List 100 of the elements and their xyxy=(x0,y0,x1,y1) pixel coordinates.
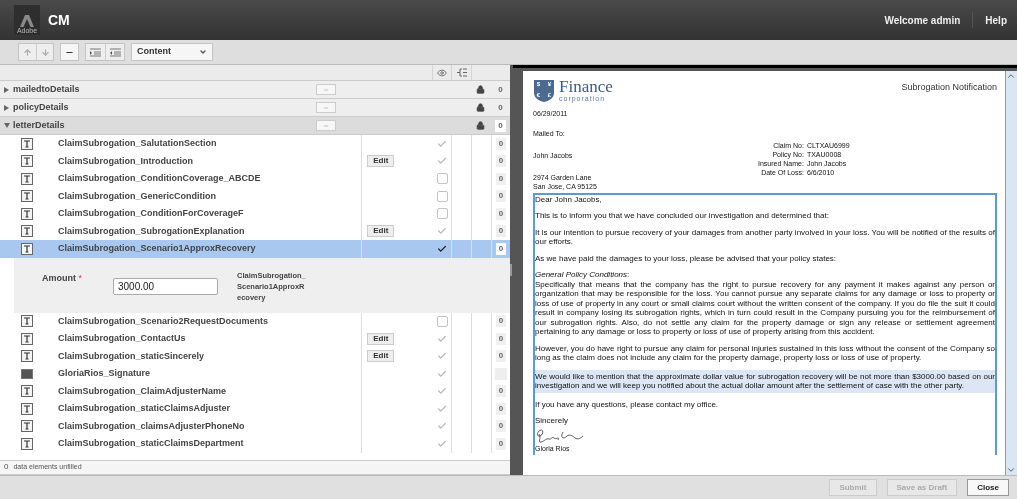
arrow-down-icon[interactable] xyxy=(40,47,50,57)
lock-icon xyxy=(476,85,485,95)
welcome-text: Welcome admin xyxy=(884,13,961,28)
checkbox[interactable] xyxy=(436,315,448,327)
checkmark-icon[interactable] xyxy=(437,333,448,344)
letter-paragraph: If you have any questions, please contact my office. xyxy=(535,399,720,409)
group-row[interactable]: letterDetails 0 xyxy=(0,117,510,136)
element-name: ClaimSubrogation_Scenario1ApproxRecovery xyxy=(56,242,257,256)
text-element-icon xyxy=(21,420,34,433)
expand-caret-icon[interactable] xyxy=(4,104,9,111)
shield-logo-icon xyxy=(533,79,555,103)
checkmark-icon[interactable] xyxy=(437,243,448,254)
text-element-icon xyxy=(21,385,34,398)
element-name: ClaimSubrogation_ConditionCoverage_ABCDE xyxy=(56,172,262,186)
group-row[interactable]: policyDetails 0 xyxy=(0,99,510,118)
group-row[interactable]: mailedtoDetails 0 xyxy=(0,81,510,100)
text-element-icon xyxy=(21,332,34,345)
app-title: CM xyxy=(48,10,70,30)
letter-paragraph: We would like to mention that the approximate dollar value for subrogation recovery will be not more than $3000.00 based on our investigation and we will keep you notified about the actual dollar amount after the settlement of case with the other party. xyxy=(535,369,995,393)
element-name: ClaimSubrogation_Introduction xyxy=(56,154,194,168)
tree-icon[interactable] xyxy=(456,68,467,78)
letter-paragraph: It is our intention to pursue recovery of your damages from another party involved in your loss. You will be notified of the results of our efforts. xyxy=(535,227,995,247)
count-label: 0 xyxy=(495,137,507,150)
checkbox[interactable] xyxy=(436,208,448,220)
arrow-up-icon[interactable] xyxy=(23,47,32,57)
text-element-icon xyxy=(21,190,34,203)
count-label: 0 xyxy=(495,119,506,132)
help-link[interactable]: Help xyxy=(985,12,1007,28)
checkmark-icon[interactable] xyxy=(437,368,448,379)
amount-field[interactable]: 3000.00 xyxy=(113,277,218,295)
element-name: ClaimSubrogation_ClaimAdjusterName xyxy=(56,384,227,398)
checkmark-icon[interactable] xyxy=(437,386,448,397)
element-name: ClaimSubrogation_claimsAdjusterPhoneNo xyxy=(56,419,246,433)
checkmark-icon[interactable] xyxy=(437,438,448,449)
lock-icon xyxy=(476,103,485,113)
edit-button[interactable]: Edit xyxy=(367,350,395,363)
element-name: ClaimSubrogation_staticClaimsDepartment xyxy=(56,437,245,451)
checkmark-icon[interactable] xyxy=(437,403,448,414)
checkbox[interactable] xyxy=(436,190,448,202)
text-element-icon xyxy=(21,207,34,220)
field-label: Amount * xyxy=(42,271,84,285)
count-label: 0 xyxy=(495,207,507,220)
element-name: GloriaRios_Signature xyxy=(56,367,151,381)
text-element-icon xyxy=(21,437,34,450)
collapse-button[interactable] xyxy=(316,84,336,96)
count-label: 0 xyxy=(495,385,507,398)
collapse-button[interactable] xyxy=(316,120,336,132)
checkbox[interactable] xyxy=(436,173,448,185)
letter-paragraph: However, you do have right to pursue any claim for personal injuries sustained in this loss without the consent of the Company so long as the claim does not include any claim for the property damage, property loss or loss of use of property. xyxy=(535,343,995,363)
count-label: 0 xyxy=(495,332,507,345)
list-row[interactable]: ClaimSubrogation_Scenario1ApproxRecovery 0 xyxy=(0,240,510,258)
letter-paragraph: General Policy Conditions: Specifically that means that the company has the right to pursue recovery for any payment it makes against any person or organization that may be responsible for the loss. You cannot pursue any separate claims for any damage or loss to property or loss of use of property in any court or small claims court without the written consent of the company. If you do file the suit it could result in company losing its subrogation rights, which in turn could result in the Company pursuing you for the reimbursement of our subrogation rights. Also, do not settle any claim for the property damage or sign any release or settlement agreement pertaining to any damage or loss to property or loss of use of property arising from this accident. xyxy=(535,270,995,337)
checkmark-icon[interactable] xyxy=(437,421,448,432)
expand-caret-icon[interactable] xyxy=(4,86,9,93)
eye-icon[interactable] xyxy=(437,67,447,78)
collapse-button[interactable] xyxy=(316,102,336,114)
text-element-icon xyxy=(21,242,34,255)
checkmark-icon[interactable] xyxy=(437,138,448,149)
count-label: 0 xyxy=(495,315,507,328)
text-element-icon xyxy=(21,315,34,328)
group-name: mailedtoDetails xyxy=(13,82,81,96)
checkmark-icon[interactable] xyxy=(437,156,448,167)
count-label: 0 xyxy=(495,242,507,255)
element-name: ClaimSubrogation_staticSincerely xyxy=(56,349,205,363)
checkmark-icon[interactable] xyxy=(437,226,448,237)
element-name: ClaimSubrogation_SubrogationExplanation xyxy=(56,224,246,238)
outdent-icon[interactable] xyxy=(109,47,121,57)
scroll-down-icon[interactable] xyxy=(1006,465,1016,475)
scrollbar[interactable] xyxy=(1005,71,1017,475)
checkmark-icon[interactable] xyxy=(437,351,448,362)
indent-icon[interactable] xyxy=(90,47,101,57)
company-name: Finance xyxy=(559,79,613,95)
edit-button[interactable]: Edit xyxy=(367,155,395,168)
count-label: 0 xyxy=(497,83,504,96)
element-name: ClaimSubrogation_ConditionForCoverageF xyxy=(56,207,245,221)
splitter-handle[interactable] xyxy=(510,264,512,276)
logo-mark-icon xyxy=(20,15,34,27)
signature-drawing xyxy=(535,426,585,445)
text-element-icon xyxy=(21,225,34,238)
letter-paragraph: This is to inform you that we have concluded our investigation and determined that: xyxy=(535,211,830,221)
caret-icon xyxy=(199,48,207,56)
text-element-icon xyxy=(21,137,34,150)
text-element-icon xyxy=(21,350,34,363)
outdent-button[interactable] xyxy=(105,44,124,60)
count-label: 0 xyxy=(495,350,507,363)
edit-button[interactable]: Edit xyxy=(367,332,395,345)
group-name: policyDetails xyxy=(13,100,70,114)
status-count: 0 xyxy=(4,461,9,474)
action-button[interactable]: Close xyxy=(967,479,1009,496)
collapse-caret-icon[interactable] xyxy=(3,123,10,129)
scroll-up-icon[interactable] xyxy=(1006,71,1016,81)
letter-paragraph: Dear John Jacobs, xyxy=(535,194,603,204)
count-label: 0 xyxy=(495,420,507,433)
count-label: 0 xyxy=(495,402,507,415)
view-dropdown[interactable]: Content xyxy=(131,43,213,61)
edit-button[interactable]: Edit xyxy=(367,225,395,238)
text-element-icon xyxy=(21,155,34,168)
text-element-icon xyxy=(21,172,34,185)
letter-heading: Subrogation Notification xyxy=(901,81,997,94)
element-name: ClaimSubrogation_GenericCondition xyxy=(56,189,217,203)
